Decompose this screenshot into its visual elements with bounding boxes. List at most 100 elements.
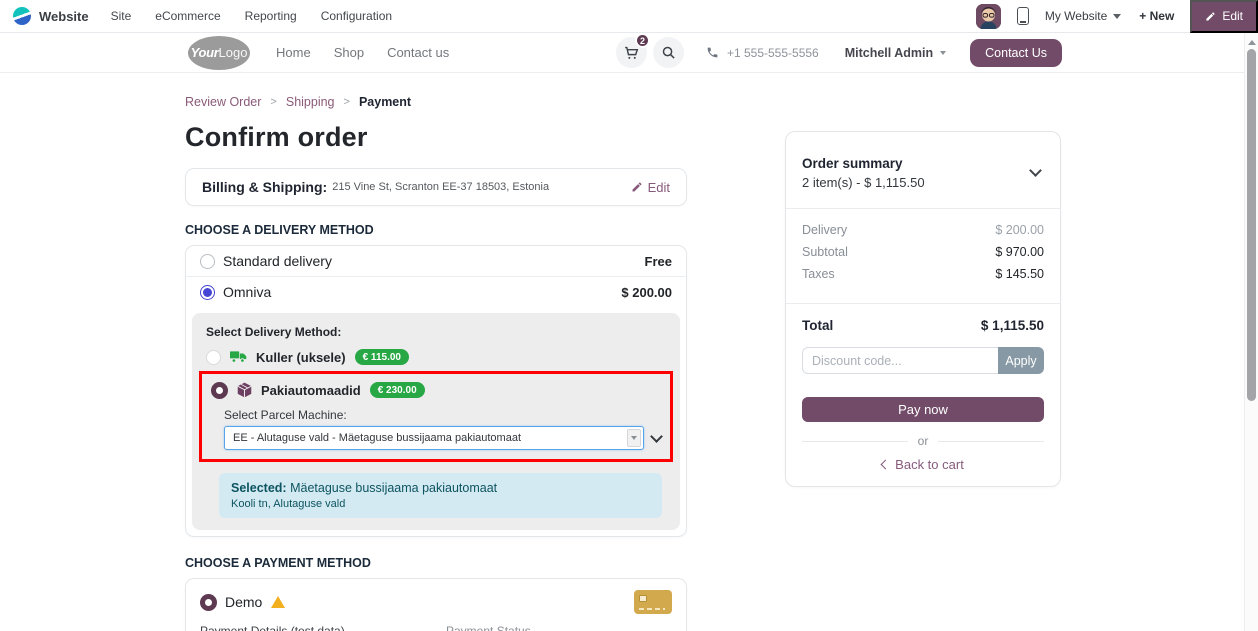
radio-checked-icon[interactable] [211, 382, 228, 399]
back-to-cart-link[interactable]: Back to cart [786, 457, 1060, 472]
breadcrumb-separator: > [270, 96, 276, 108]
truck-icon [230, 350, 247, 364]
radio-checked-icon[interactable] [200, 594, 217, 611]
selected-parcel-address: Kooli tn, Alutaguse vald [231, 498, 650, 510]
nav-contact-us[interactable]: Contact us [387, 45, 449, 60]
pay-now-button[interactable]: Pay now [802, 397, 1044, 422]
method-panel-title: Select Delivery Method: [206, 325, 666, 339]
edit-address-link[interactable]: Edit [631, 180, 670, 195]
highlight-red-box: Pakiautomaadid € 230.00 Select Parcel Ma… [199, 371, 673, 462]
new-button[interactable]: + New [1139, 9, 1174, 23]
website-switcher-label: My Website [1045, 9, 1107, 23]
selected-parcel-info: Selected: Mäetaguse bussijaama pakiautom… [219, 473, 662, 518]
summary-row-value: $ 970.00 [995, 245, 1044, 267]
breadcrumb-review-order[interactable]: Review Order [185, 95, 261, 109]
order-summary-card: Order summary 2 item(s) - $ 1,115.50 Del… [785, 131, 1061, 487]
order-summary-items: 2 item(s) - $ 1,115.50 [802, 175, 1044, 190]
nav-shop[interactable]: Shop [334, 45, 364, 60]
cart-count-badge: 2 [635, 33, 650, 48]
summary-row-value: $ 145.50 [995, 267, 1044, 289]
pencil-icon [1205, 11, 1216, 22]
edit-button[interactable]: Edit [1190, 0, 1258, 33]
menu-ecommerce[interactable]: eCommerce [155, 9, 220, 23]
app-name[interactable]: Website [39, 9, 89, 24]
caret-down-icon [1113, 14, 1121, 19]
apply-discount-button[interactable]: Apply [998, 347, 1044, 374]
payment-method-card: Demo Payment Details (test data) Payment… [185, 578, 687, 631]
delivery-option-standard[interactable]: Standard delivery Free [186, 246, 686, 276]
mobile-preview-icon[interactable] [1017, 7, 1029, 25]
phone-link[interactable]: +1 555-555-5556 [706, 46, 819, 60]
omniva-method-panel: Select Delivery Method: Kuller (uksele) … [192, 313, 680, 530]
main-content: Review Order > Shipping > Payment Confir… [0, 73, 1258, 631]
discount-code-input[interactable] [802, 347, 998, 374]
breadcrumb-payment: Payment [359, 95, 411, 109]
order-summary-header[interactable]: Order summary 2 item(s) - $ 1,115.50 [786, 132, 1060, 208]
method-option-pakiautomaadid[interactable]: Pakiautomaadid € 230.00 [211, 379, 661, 401]
page: Website Site eCommerce Reporting Configu… [0, 0, 1258, 631]
user-menu[interactable]: Mitchell Admin [845, 46, 946, 60]
order-summary-rows: Delivery $ 200.00 Subtotal $ 970.00 Taxe… [786, 209, 1060, 303]
search-icon [661, 45, 676, 60]
order-summary-title: Order summary [802, 156, 1044, 171]
summary-row-label: Taxes [802, 267, 835, 289]
caret-down-icon [940, 51, 946, 55]
billing-shipping-card: Billing & Shipping: 215 Vine St, Scranto… [185, 168, 687, 206]
total-value: $ 1,115.50 [981, 318, 1044, 333]
checkout-column: Review Order > Shipping > Payment Confir… [185, 73, 687, 631]
billing-address: 215 Vine St, Scranton EE-37 18503, Eston… [332, 181, 549, 193]
parcel-machine-select[interactable]: EE - Alutaguse vald - Mäetaguse bussijaa… [224, 426, 644, 450]
delivery-option-omniva[interactable]: Omniva $ 200.00 [186, 276, 686, 307]
radio-unchecked-icon[interactable] [206, 350, 221, 365]
summary-row-label: Subtotal [802, 245, 848, 267]
breadcrumb-shipping[interactable]: Shipping [286, 95, 335, 109]
menu-configuration[interactable]: Configuration [321, 9, 392, 23]
summary-row-value: $ 200.00 [995, 223, 1044, 245]
billing-shipping-label: Billing & Shipping: [202, 179, 327, 195]
parcel-machine-label: Select Parcel Machine: [224, 408, 661, 422]
parcel-box-icon [237, 382, 252, 398]
summary-row-taxes: Taxes $ 145.50 [802, 267, 1044, 289]
total-label: Total [802, 318, 833, 333]
vertical-scrollbar[interactable] [1244, 33, 1258, 631]
payment-details-field-group: Payment Details (test data) [200, 624, 426, 631]
payment-details-label: Payment Details (test data) [200, 624, 426, 631]
method-option-kuller[interactable]: Kuller (uksele) € 115.00 [206, 346, 666, 368]
user-name: Mitchell Admin [845, 46, 933, 60]
selected-parcel-name: Mäetaguse bussijaama pakiautomaat [290, 481, 497, 495]
website-switcher[interactable]: My Website [1045, 9, 1121, 23]
backend-menu: Site eCommerce Reporting Configuration [111, 9, 392, 23]
payment-option-demo[interactable]: Demo [200, 590, 672, 614]
topbar-right: My Website + New Edit [976, 0, 1258, 32]
radio-unchecked-icon[interactable] [200, 254, 215, 269]
nav-home[interactable]: Home [276, 45, 311, 60]
edit-address-label: Edit [648, 180, 670, 195]
site-nav: Home Shop Contact us [276, 45, 449, 60]
payment-status-field-group: Payment Status Successful [446, 624, 672, 631]
scroll-up-arrow-icon[interactable] [1248, 40, 1256, 45]
summary-row-subtotal: Subtotal $ 970.00 [802, 245, 1044, 267]
method-name: Pakiautomaadid [261, 383, 361, 398]
delivery-option-price: Free [645, 254, 672, 269]
menu-reporting[interactable]: Reporting [245, 9, 297, 23]
menu-site[interactable]: Site [111, 9, 132, 23]
parcel-machine-value: EE - Alutaguse vald - Mäetaguse bussijaa… [233, 432, 521, 444]
logo-text-bold: Your [191, 45, 219, 60]
cart-button[interactable]: 2 [616, 37, 647, 68]
method-name: Kuller (uksele) [256, 350, 346, 365]
user-avatar[interactable] [976, 4, 1001, 29]
parcel-select-row: EE - Alutaguse vald - Mäetaguse bussijaa… [224, 426, 661, 450]
radio-checked-icon[interactable] [200, 285, 215, 300]
edit-button-label: Edit [1222, 9, 1243, 23]
chevron-down-icon[interactable] [650, 430, 663, 443]
search-button[interactable] [653, 37, 684, 68]
select-arrow-icon[interactable] [627, 429, 641, 447]
site-logo[interactable]: YourLogo [188, 36, 250, 70]
selected-label: Selected: [231, 481, 287, 495]
odoo-website-app-icon[interactable] [13, 7, 31, 25]
or-label: or [918, 434, 929, 448]
scrollbar-thumb[interactable] [1247, 49, 1256, 401]
backend-topbar: Website Site eCommerce Reporting Configu… [0, 0, 1258, 33]
breadcrumb-separator: > [344, 96, 350, 108]
contact-us-button[interactable]: Contact Us [970, 39, 1062, 67]
